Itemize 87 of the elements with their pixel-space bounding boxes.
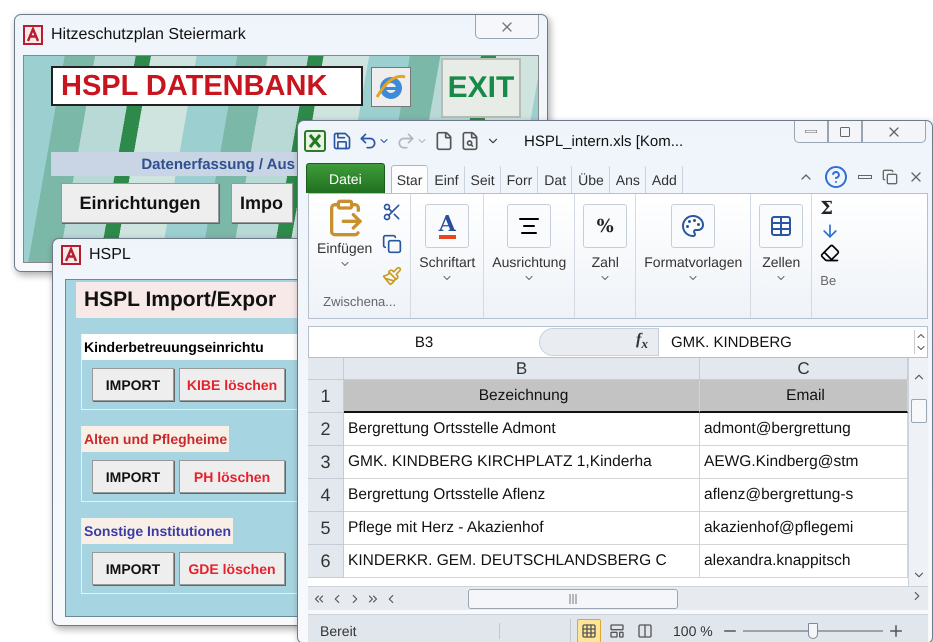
group-label: Zwischena... [323, 294, 396, 309]
maximize-icon [839, 126, 851, 138]
group-label: Alten und Pflegheime [82, 426, 230, 452]
row-header[interactable]: 5 [308, 512, 344, 545]
table-cell: akazienhof@pflegemi [700, 512, 908, 545]
group-command[interactable]: Schriftart [419, 254, 476, 270]
app-logo-icon [23, 25, 43, 45]
page-columns-icon [637, 622, 653, 638]
scissors-icon[interactable] [382, 202, 402, 222]
eraser-icon[interactable] [820, 243, 840, 263]
status-text: Bereit [320, 622, 500, 638]
undo-icon[interactable] [358, 131, 378, 151]
row-header[interactable]: 1 [308, 380, 344, 413]
group-command[interactable]: Formatvorlagen [644, 254, 742, 270]
print-preview-icon[interactable] [460, 131, 480, 151]
header-cell: Bezeichnung [344, 380, 700, 413]
name-box[interactable]: B3 [309, 327, 539, 357]
styles-button[interactable] [671, 204, 716, 248]
ribbon-tab[interactable]: Datei [306, 163, 385, 193]
maximize-button[interactable] [828, 121, 862, 143]
table-cell: alexandra.knappitsch [700, 545, 908, 578]
table-cell: aflenz@bergrettung-s [700, 479, 908, 512]
row-header[interactable]: 4 [308, 479, 344, 512]
insert-function-button[interactable]: f$_{x}$ [539, 328, 659, 356]
header-cell: Email [700, 380, 908, 413]
help-icon[interactable] [824, 165, 848, 189]
save-icon[interactable] [332, 131, 352, 151]
row-header[interactable]: 2 [308, 413, 344, 446]
page-layout-icon [609, 622, 625, 638]
formula-field[interactable]: GMK. KINDBERG [659, 334, 914, 350]
spreadsheet-logo-icon [304, 130, 326, 152]
menu-button[interactable]: Impo [231, 183, 293, 223]
app-logo-icon [61, 245, 81, 265]
import-button[interactable]: IMPORT [92, 368, 174, 401]
restore-icon[interactable] [882, 169, 898, 185]
exit-sign-button[interactable]: EXIT [441, 58, 521, 118]
import-button[interactable]: IMPORT [92, 460, 174, 493]
window-title: Hitzeschutzplan Steiermark [51, 26, 246, 44]
copy-icon[interactable] [382, 234, 402, 254]
grid-icon [581, 622, 597, 638]
ribbon-tab[interactable]: Star [390, 165, 428, 193]
delete-button[interactable]: GDE löschen [179, 552, 285, 585]
column-header[interactable]: B [344, 358, 700, 380]
form-heading: HSPL Import/Expor [76, 282, 298, 318]
table-cell: Bergrettung Ortsstelle Admont [344, 413, 700, 446]
import-button[interactable]: IMPORT [92, 552, 174, 585]
number-format-button[interactable]: % [583, 204, 628, 248]
table-cell: AEWG.Kindberg@stm [700, 446, 908, 479]
table-icon [769, 214, 794, 238]
scroll-thumb[interactable] [910, 399, 926, 423]
row-header[interactable]: 3 [308, 446, 344, 479]
minimize-icon[interactable] [858, 175, 872, 179]
menu-button[interactable]: Einrichtungen [61, 183, 219, 223]
paste-button[interactable]: Einfügen [317, 240, 372, 256]
table-cell: GMK. KINDBERG KIRCHPLATZ 1,Kinderha [344, 446, 700, 479]
group-command[interactable]: Ausrichtung [492, 254, 566, 270]
table-cell: KINDERKR. GEM. DEUTSCHLANDSBERG C [344, 545, 700, 578]
cells-button[interactable] [759, 204, 804, 248]
alignment-button[interactable] [507, 204, 552, 248]
palette-icon [681, 214, 706, 238]
section-label: Datenerfassung / Aus [51, 152, 297, 176]
table-cell: Pflege mit Herz - Akazienhof [344, 512, 700, 545]
group-command[interactable]: Zahl [592, 254, 619, 270]
grip-icon [569, 594, 577, 604]
minimize-icon [805, 130, 817, 133]
zoom-thumb[interactable] [808, 622, 818, 638]
table-cell: admont@bergrettung [700, 413, 908, 446]
sum-icon[interactable]: Σ [820, 198, 834, 219]
scroll-thumb[interactable] [468, 588, 678, 608]
horizontal-scrollbar[interactable] [308, 586, 928, 610]
font-button[interactable]: A [425, 204, 470, 248]
column-header[interactable]: C [700, 358, 908, 380]
group-label: Be [820, 273, 836, 288]
zoom-level: 100 % [673, 622, 713, 638]
table-cell: Bergrettung Ortsstelle Aflenz [344, 479, 700, 512]
row-header[interactable]: 6 [308, 545, 344, 578]
delete-button[interactable]: KIBE löschen [179, 368, 285, 401]
group-label: Sonstige Institutionen [82, 518, 233, 544]
vertical-scrollbar[interactable] [908, 358, 928, 586]
globe-e-icon[interactable] [371, 67, 411, 107]
window-title: HSPL_intern.xls [Kom... [524, 132, 684, 150]
new-document-icon[interactable] [434, 131, 454, 151]
view-button[interactable] [577, 618, 601, 642]
banner-title: HSPL DATENBANK [51, 66, 363, 106]
group-command[interactable]: Zellen [762, 254, 800, 270]
delete-button[interactable]: PH löschen [179, 460, 285, 493]
window-title: HSPL [89, 246, 131, 264]
